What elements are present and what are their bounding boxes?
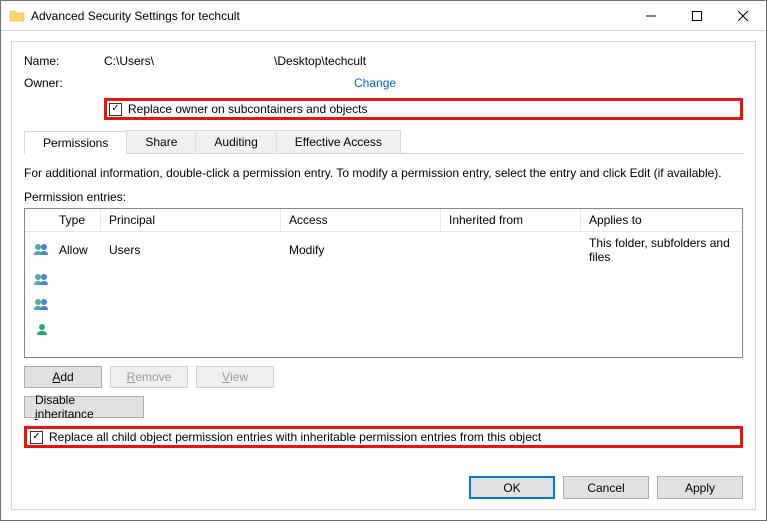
entries-label: Permission entries: xyxy=(24,190,743,204)
close-button[interactable] xyxy=(720,1,766,30)
tab-bar: Permissions Share Auditing Effective Acc… xyxy=(24,130,743,154)
panel: Name: C:\Users\ \Desktop\techcult Owner:… xyxy=(11,41,756,510)
remove-button: Remove xyxy=(110,366,188,388)
replace-owner-checkbox[interactable]: ✓ xyxy=(109,103,122,116)
row-icon xyxy=(25,270,51,291)
col-access[interactable]: Access xyxy=(281,209,441,231)
replace-all-label: Replace all child object permission entr… xyxy=(49,430,541,444)
user-icon xyxy=(33,322,51,336)
table-row[interactable]: Allow Users Modify This folder, subfolde… xyxy=(25,232,742,268)
client-area: Name: C:\Users\ \Desktop\techcult Owner:… xyxy=(1,31,766,520)
path-gap xyxy=(154,54,274,68)
disable-inheritance-button[interactable]: Disable inheritance xyxy=(24,396,144,418)
tab-share[interactable]: Share xyxy=(126,130,196,153)
tab-auditing[interactable]: Auditing xyxy=(195,130,276,153)
replace-all-highlight: ✓ Replace all child object permission en… xyxy=(24,426,743,448)
col-icon[interactable] xyxy=(25,209,51,231)
window-title: Advanced Security Settings for techcult xyxy=(31,9,628,23)
dialog-buttons: OK Cancel Apply xyxy=(24,466,743,499)
titlebar: Advanced Security Settings for techcult xyxy=(1,1,766,31)
table-row[interactable] xyxy=(25,268,742,293)
replace-owner-label: Replace owner on subcontainers and objec… xyxy=(128,102,367,116)
minimize-button[interactable] xyxy=(628,1,674,30)
add-button[interactable]: Add xyxy=(24,366,102,388)
table-row[interactable] xyxy=(25,293,742,318)
cell-access: Modify xyxy=(281,241,441,259)
col-type[interactable]: Type xyxy=(51,209,101,231)
replace-owner-highlight: ✓ Replace owner on subcontainers and obj… xyxy=(104,98,743,120)
table-row[interactable] xyxy=(25,318,742,343)
folder-icon xyxy=(9,8,25,24)
cell-inherited xyxy=(441,248,581,252)
name-label: Name: xyxy=(24,54,104,68)
cell-principal: Users xyxy=(101,241,281,259)
object-path: C:\Users\ \Desktop\techcult xyxy=(104,54,366,68)
cell-type: Allow xyxy=(51,241,101,259)
view-button: View xyxy=(196,366,274,388)
window: Advanced Security Settings for techcult … xyxy=(0,0,767,521)
maximize-button[interactable] xyxy=(674,1,720,30)
apply-button[interactable]: Apply xyxy=(657,476,743,499)
permission-grid[interactable]: Type Principal Access Inherited from App… xyxy=(24,208,743,358)
users-icon xyxy=(33,297,51,311)
owner-label: Owner: xyxy=(24,76,104,90)
replace-all-checkbox[interactable]: ✓ xyxy=(30,431,43,444)
cancel-button[interactable]: Cancel xyxy=(563,476,649,499)
ok-button[interactable]: OK xyxy=(469,476,555,499)
users-icon xyxy=(33,272,51,286)
path-part2: \Desktop\techcult xyxy=(274,54,366,68)
name-row: Name: C:\Users\ \Desktop\techcult xyxy=(24,54,743,68)
owner-row: Owner: Change xyxy=(24,76,743,90)
col-principal[interactable]: Principal xyxy=(101,209,281,231)
tab-effective-access[interactable]: Effective Access xyxy=(276,130,401,153)
change-owner-link[interactable]: Change xyxy=(354,76,396,90)
cell-applies: This folder, subfolders and files xyxy=(581,234,742,266)
col-inherited[interactable]: Inherited from xyxy=(441,209,581,231)
entry-buttons: Add Remove View xyxy=(24,366,743,388)
row-icon xyxy=(25,240,51,261)
grid-header: Type Principal Access Inherited from App… xyxy=(25,209,742,232)
window-buttons xyxy=(628,1,766,30)
tab-permissions[interactable]: Permissions xyxy=(24,131,127,154)
users-icon xyxy=(33,242,51,256)
info-text: For additional information, double-click… xyxy=(24,166,743,180)
col-applies[interactable]: Applies to xyxy=(581,209,742,231)
row-icon xyxy=(25,295,51,316)
path-part1: C:\Users\ xyxy=(104,54,154,68)
row-icon xyxy=(25,320,51,341)
